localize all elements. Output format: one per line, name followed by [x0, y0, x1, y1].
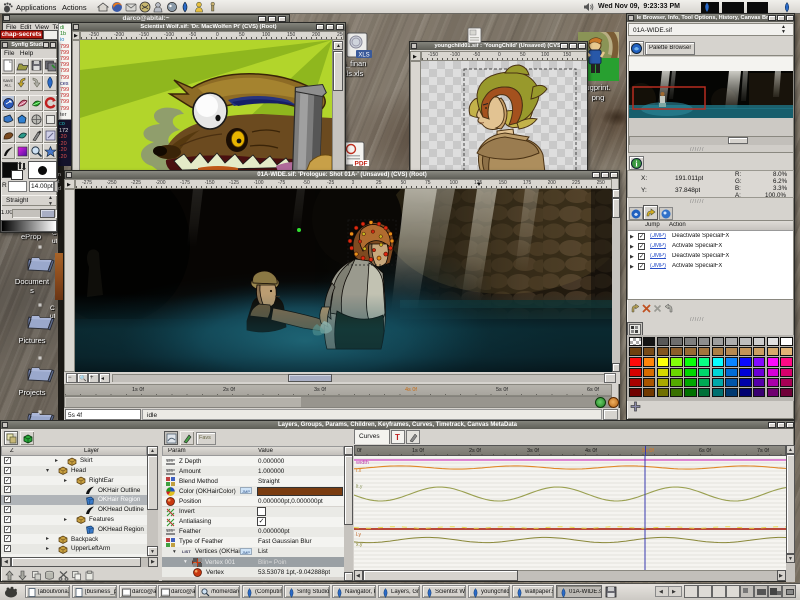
- svg-text:ALL: ALL: [4, 83, 12, 88]
- svg-text:l.y: l.y: [356, 532, 362, 538]
- svg-text:123: 123: [166, 458, 173, 463]
- svg-text:123: 123: [166, 528, 173, 533]
- svg-text:width: width: [355, 460, 369, 466]
- svg-text:XLS: XLS: [358, 53, 369, 59]
- svg-text:x.y: x.y: [356, 542, 363, 548]
- svg-text:lt.y: lt.y: [356, 484, 363, 490]
- svg-text:123: 123: [166, 468, 173, 473]
- svg-text:r.x: r.x: [356, 468, 362, 474]
- svg-text:PDF: PDF: [355, 161, 368, 168]
